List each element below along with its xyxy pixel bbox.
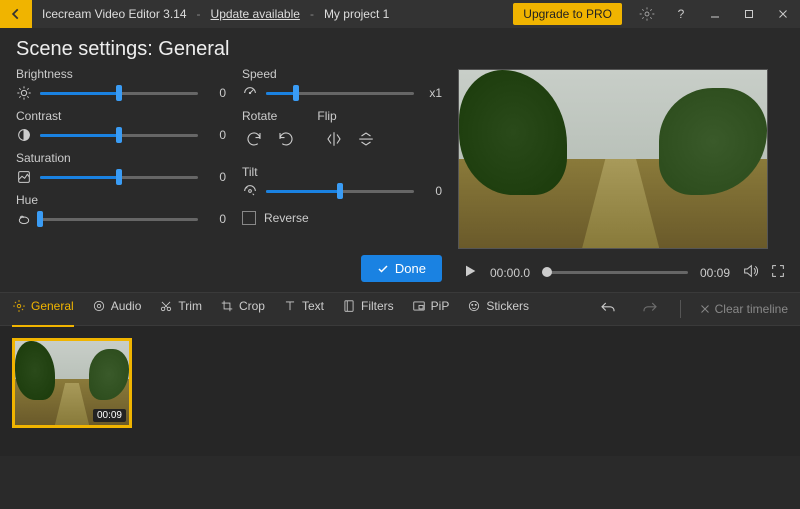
page-title: Scene settings: General — [0, 28, 800, 67]
speed-value: x1 — [422, 86, 442, 100]
upgrade-button[interactable]: Upgrade to PRO — [513, 3, 622, 25]
undo-button[interactable] — [596, 297, 620, 321]
back-button[interactable] — [0, 0, 32, 28]
app-title: Icecream Video Editor 3.14 — [32, 7, 193, 21]
reverse-label: Reverse — [264, 211, 309, 225]
main-panel: Brightness 0 Contrast 0 Saturation 0 — [0, 67, 800, 282]
tilt-slider[interactable] — [266, 184, 414, 198]
tab-pip-label: PiP — [431, 299, 450, 313]
hue-icon — [16, 211, 32, 227]
tilt-icon — [242, 183, 258, 199]
saturation-value: 0 — [206, 170, 226, 184]
brightness-label: Brightness — [16, 67, 226, 81]
middle-controls: Speed x1 Rotate Flip Tilt 0 — [242, 67, 442, 282]
clear-timeline-label: Clear timeline — [715, 302, 788, 316]
speed-icon — [242, 85, 258, 101]
rotate-label: Rotate — [242, 109, 277, 123]
brightness-slider[interactable] — [40, 86, 198, 100]
tab-stickers[interactable]: Stickers — [467, 299, 529, 319]
tab-audio[interactable]: Audio — [92, 299, 142, 319]
separator: - — [306, 7, 318, 21]
tilt-label: Tilt — [242, 165, 442, 179]
timeline-clip[interactable]: 00:09 — [12, 338, 132, 428]
left-controls: Brightness 0 Contrast 0 Saturation 0 — [16, 67, 226, 282]
speed-label: Speed — [242, 67, 442, 81]
saturation-icon — [16, 169, 32, 185]
tab-pip[interactable]: PiP — [412, 299, 450, 319]
volume-icon[interactable] — [742, 263, 758, 282]
contrast-value: 0 — [206, 128, 226, 142]
tab-stickers-label: Stickers — [486, 299, 529, 313]
saturation-label: Saturation — [16, 151, 226, 165]
current-time: 00:00.0 — [490, 266, 530, 280]
rotate-cw-button[interactable] — [242, 127, 266, 151]
update-link[interactable]: Update available — [205, 7, 306, 21]
tab-text[interactable]: Text — [283, 299, 324, 319]
minimize-icon[interactable] — [698, 0, 732, 28]
contrast-icon — [16, 127, 32, 143]
brightness-value: 0 — [206, 86, 226, 100]
video-preview — [458, 69, 768, 249]
duration: 00:09 — [700, 266, 730, 280]
tab-general-label: General — [31, 299, 74, 313]
help-icon[interactable]: ? — [664, 0, 698, 28]
contrast-label: Contrast — [16, 109, 226, 123]
tab-filters[interactable]: Filters — [342, 299, 394, 319]
flip-vertical-button[interactable] — [354, 127, 378, 151]
tab-audio-label: Audio — [111, 299, 142, 313]
tab-filters-label: Filters — [361, 299, 394, 313]
hue-label: Hue — [16, 193, 226, 207]
maximize-icon[interactable] — [732, 0, 766, 28]
seek-bar[interactable] — [542, 271, 688, 274]
done-button[interactable]: Done — [361, 255, 442, 282]
clip-duration: 00:09 — [93, 409, 126, 422]
flip-label: Flip — [317, 109, 336, 123]
tab-trim-label: Trim — [178, 299, 202, 313]
tab-text-label: Text — [302, 299, 324, 313]
playback-bar: 00:00.0 00:09 — [458, 263, 790, 282]
done-label: Done — [395, 261, 426, 276]
rotate-ccw-button[interactable] — [274, 127, 298, 151]
preview-panel: 00:00.0 00:09 — [458, 67, 790, 282]
timeline[interactable]: 00:09 — [0, 326, 800, 456]
tilt-value: 0 — [422, 184, 442, 198]
flip-horizontal-button[interactable] — [322, 127, 346, 151]
hue-slider[interactable] — [40, 212, 198, 226]
tab-bar: General Audio Trim Crop Text Filters PiP… — [0, 292, 800, 326]
tab-general[interactable]: General — [12, 299, 74, 319]
tab-crop-label: Crop — [239, 299, 265, 313]
tab-trim[interactable]: Trim — [159, 299, 202, 319]
reverse-checkbox[interactable] — [242, 211, 256, 225]
speed-slider[interactable] — [266, 86, 414, 100]
hue-value: 0 — [206, 212, 226, 226]
redo-button[interactable] — [638, 297, 662, 321]
brightness-icon — [16, 85, 32, 101]
fullscreen-icon[interactable] — [770, 263, 786, 282]
close-icon[interactable] — [766, 0, 800, 28]
clear-timeline-button[interactable]: Clear timeline — [699, 302, 788, 316]
tab-crop[interactable]: Crop — [220, 299, 265, 319]
play-button[interactable] — [462, 263, 478, 282]
separator: - — [193, 7, 205, 21]
project-name: My project 1 — [318, 7, 513, 21]
saturation-slider[interactable] — [40, 170, 198, 184]
settings-icon[interactable] — [630, 0, 664, 28]
title-bar: Icecream Video Editor 3.14 - Update avai… — [0, 0, 800, 28]
contrast-slider[interactable] — [40, 128, 198, 142]
